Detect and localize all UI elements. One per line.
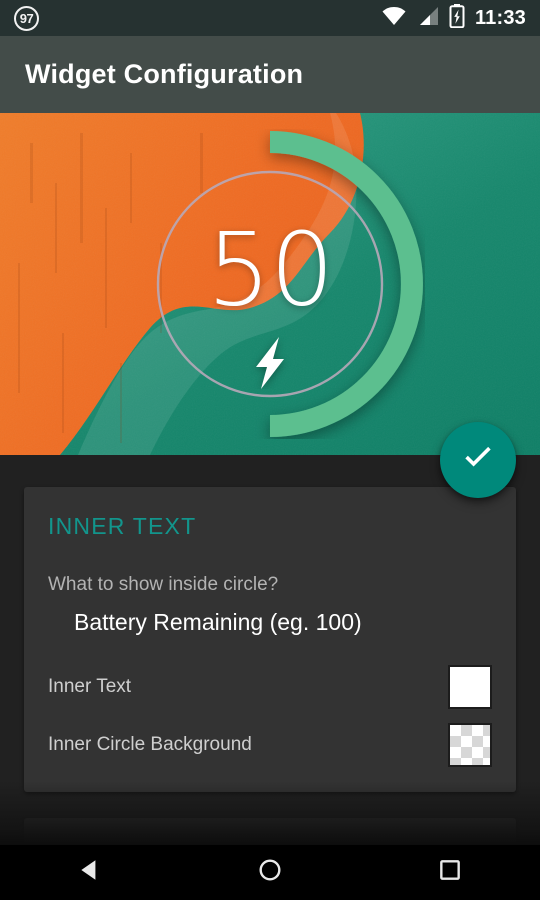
status-bar-system-icons: 11:33 bbox=[381, 3, 526, 33]
color-swatch-inner-text[interactable] bbox=[448, 665, 492, 709]
check-icon bbox=[459, 439, 497, 482]
color-row-inner-circle-background[interactable]: Inner Circle Background bbox=[24, 716, 516, 774]
system-navigation-bar bbox=[0, 845, 540, 900]
inner-text-value: 50 bbox=[206, 210, 335, 329]
nav-back-button[interactable] bbox=[45, 845, 135, 900]
home-icon bbox=[257, 857, 283, 888]
color-row-label: Inner Text bbox=[48, 676, 132, 697]
status-bar-notifications: 97 bbox=[14, 5, 381, 31]
widget-preview[interactable]: 50 bbox=[0, 113, 540, 455]
lightning-bolt-icon bbox=[249, 336, 291, 389]
back-icon bbox=[77, 857, 103, 888]
nav-recents-button[interactable] bbox=[405, 845, 495, 900]
recents-icon bbox=[437, 857, 463, 888]
section-title-inner-text: INNER TEXT bbox=[48, 513, 197, 539]
battery-circle-widget[interactable]: 50 bbox=[115, 129, 425, 439]
battery-percent-notification-icon: 97 bbox=[14, 5, 39, 31]
wifi-icon bbox=[381, 6, 407, 31]
settings-scroll-area[interactable]: INNER TEXT What to show inside circle? B… bbox=[0, 455, 540, 845]
save-fab-button[interactable] bbox=[440, 422, 516, 498]
app-toolbar: Widget Configuration bbox=[0, 36, 540, 113]
card-charging-indicator: CHARGING INDICATOR bbox=[24, 818, 516, 845]
page-title: Widget Configuration bbox=[25, 59, 304, 89]
status-bar: 97 11:33 bbox=[0, 0, 540, 36]
cell-signal-icon bbox=[417, 6, 439, 31]
color-row-inner-text[interactable]: Inner Text bbox=[24, 658, 516, 716]
color-row-label: Inner Circle Background bbox=[48, 734, 252, 755]
inner-text-selected-value[interactable]: Battery Remaining (eg. 100) bbox=[24, 609, 516, 636]
app-screen: 97 11:33 Widget Configuration 50 INNER T… bbox=[0, 0, 540, 900]
battery-charging-icon bbox=[449, 3, 465, 33]
card-inner-text: INNER TEXT What to show inside circle? B… bbox=[24, 487, 516, 792]
color-swatch-inner-circle-background[interactable] bbox=[448, 723, 492, 767]
clock: 11:33 bbox=[474, 6, 526, 29]
nav-home-button[interactable] bbox=[225, 845, 315, 900]
inner-text-question: What to show inside circle? bbox=[48, 574, 279, 595]
